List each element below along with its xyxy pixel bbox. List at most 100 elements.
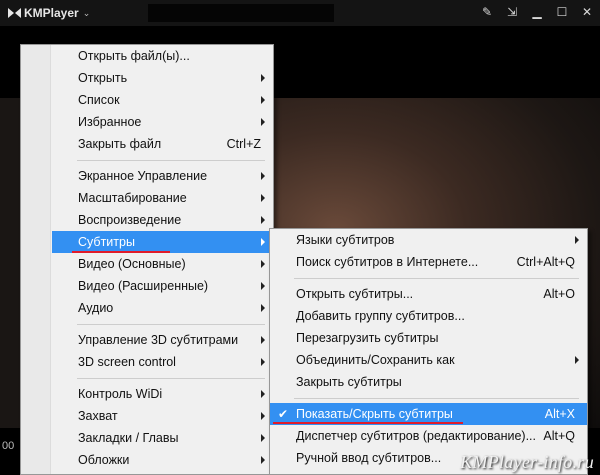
- menu-item-label: Ручной ввод субтитров...: [296, 451, 442, 465]
- maximize-icon[interactable]: ☐: [555, 4, 569, 20]
- menu-item-label: Объединить/Сохранить как: [296, 353, 455, 367]
- menu-item-label: Закрыть субтитры: [296, 375, 402, 389]
- submenu-arrow-icon: [261, 96, 265, 104]
- menu-item-label: Управление 3D субтитрами: [78, 333, 239, 347]
- submenu-arrow-icon: [575, 356, 579, 364]
- submenu-arrow-icon: [261, 434, 265, 442]
- menu-separator: [270, 393, 587, 403]
- menu-item-список[interactable]: Список: [21, 89, 273, 111]
- chevron-down-icon: ⌄: [82, 7, 91, 18]
- menu-item-shortcut: Ctrl+Z: [226, 137, 261, 151]
- subtitles-menu-item-закрыть-субтитры[interactable]: Закрыть субтитры: [270, 371, 587, 393]
- menu-separator: [21, 155, 273, 165]
- submenu-arrow-icon: [261, 358, 265, 366]
- subtitles-menu-item-перезагрузить-субтитры[interactable]: Перезагрузить субтитры: [270, 327, 587, 349]
- menu-item-label: Открыть файл(ы)...: [78, 49, 190, 63]
- menu-item-label: Поиск субтитров в Интернете...: [296, 255, 479, 269]
- menu-item-label: Языки субтитров: [296, 233, 395, 247]
- submenu-arrow-icon: [261, 412, 265, 420]
- submenu-arrow-icon: [575, 236, 579, 244]
- menu-item-label: Видео (Расширенные): [78, 279, 209, 293]
- submenu-arrow-icon: [261, 336, 265, 344]
- submenu-arrow-icon: [261, 304, 265, 312]
- subtitles-menu-item-открыть-субтитры[interactable]: Открыть субтитры... Alt+O: [270, 283, 587, 305]
- menu-item-субтитры[interactable]: Субтитры: [52, 231, 273, 253]
- menu-item-избранное[interactable]: Избранное: [21, 111, 273, 133]
- menu-item-label: Экранное Управление: [78, 169, 208, 183]
- time-display: 00: [2, 440, 15, 452]
- subtitles-menu-item-поиск-субтитров-в-интернете[interactable]: Поиск субтитров в Интернете... Ctrl+Alt+Q: [270, 251, 587, 273]
- submenu-arrow-icon: [261, 194, 265, 202]
- subtitles-menu-item-языки-субтитров[interactable]: Языки субтитров: [270, 229, 587, 251]
- submenu-arrow-icon: [261, 74, 265, 82]
- menu-item-shortcut: Alt+Q: [543, 429, 575, 443]
- menu-item-label: Показать/Скрыть субтитры: [296, 407, 453, 421]
- menu-item-label: Открыть субтитры...: [296, 287, 414, 301]
- submenu-arrow-icon: [261, 172, 265, 180]
- submenu-arrow-icon: [261, 238, 265, 246]
- minimize-to-corner-icon[interactable]: ⇲: [505, 4, 519, 20]
- menu-item-label: Масштабирование: [78, 191, 187, 205]
- subtitles-menu-item-диспетчер-субтитров-редактирование[interactable]: Диспетчер субтитров (редактирование)... A…: [270, 425, 587, 447]
- menu-separator: [270, 273, 587, 283]
- title-bar: KMPlayer ⌄ ✎ ⇲ ▁ ☐ ✕: [0, 0, 600, 26]
- context-menu: Открыть файл(ы)... Открыть Список Избранное…: [20, 44, 274, 475]
- menu-item-shortcut: Ctrl+Alt+Q: [516, 255, 575, 269]
- menu-item-label: Субтитры: [78, 235, 135, 249]
- menu-item-label: Видео (Основные): [78, 257, 186, 271]
- subtitles-menu-item-добавить-группу-субтитров[interactable]: Добавить группу субтитров...: [270, 305, 587, 327]
- menu-item-label: Закрыть файл: [78, 137, 162, 151]
- menu-separator: [21, 319, 273, 329]
- app-menu-button[interactable]: KMPlayer ⌄: [8, 6, 90, 20]
- submenu-arrow-icon: [261, 260, 265, 268]
- menu-item-открыть[interactable]: Открыть: [21, 67, 273, 89]
- menu-item-label: 3D screen control: [78, 355, 176, 369]
- close-icon[interactable]: ✕: [580, 4, 594, 20]
- menu-item-label: Открыть: [78, 71, 128, 85]
- menu-item-shortcut: Alt+O: [543, 287, 575, 301]
- menu-item-label: Перезагрузить субтитры: [296, 331, 439, 345]
- minimize-icon[interactable]: ▁: [530, 4, 544, 20]
- menu-item-label: Закладки / Главы: [78, 431, 179, 445]
- menu-item-закладки-главы[interactable]: Закладки / Главы: [21, 427, 273, 449]
- menu-item-открыть-файл-ы[interactable]: Открыть файл(ы)...: [21, 45, 273, 67]
- menu-item-label: Контроль WiDi: [78, 387, 163, 401]
- menu-item-shortcut: Alt+X: [544, 407, 575, 421]
- menu-separator: [21, 373, 273, 383]
- menu-item-воспроизведение[interactable]: Воспроизведение: [21, 209, 273, 231]
- checkmark-icon: ✔: [278, 407, 289, 421]
- submenu-arrow-icon: [261, 456, 265, 464]
- menu-item-экранное-управление[interactable]: Экранное Управление: [21, 165, 273, 187]
- pin-icon[interactable]: ✎: [480, 4, 494, 20]
- subtitles-menu-item-объединить-сохранить-как[interactable]: Объединить/Сохранить как: [270, 349, 587, 371]
- menu-item-обложки[interactable]: Обложки: [21, 449, 273, 471]
- underline-subtitles: [72, 251, 170, 253]
- menu-item-видео-расширенные[interactable]: Видео (Расширенные): [21, 275, 273, 297]
- watermark: KMPlayer-info.ru: [460, 452, 594, 472]
- subtitles-submenu: Языки субтитров Поиск субтитров в Интерне…: [269, 228, 588, 475]
- menu-item-label: Воспроизведение: [78, 213, 182, 227]
- menu-item-label: Захват: [78, 409, 118, 423]
- menu-item-видео-основные[interactable]: Видео (Основные): [21, 253, 273, 275]
- menu-item-label: Избранное: [78, 115, 142, 129]
- menu-item-label: Диспетчер субтитров (редактирование)...: [296, 429, 536, 443]
- submenu-arrow-icon: [261, 390, 265, 398]
- app-title: KMPlayer: [24, 6, 79, 20]
- redacted-file-title: [148, 4, 334, 22]
- menu-item-закрыть-файл[interactable]: Закрыть файл Ctrl+Z: [21, 133, 273, 155]
- menu-item-3d-screen-control[interactable]: 3D screen control: [21, 351, 273, 373]
- menu-item-контроль-widi[interactable]: Контроль WiDi: [21, 383, 273, 405]
- menu-item-label: Список: [78, 93, 120, 107]
- window-controls: ✎ ⇲ ▁ ☐ ✕: [480, 4, 594, 20]
- menu-item-управление-3d-субтитрами[interactable]: Управление 3D субтитрами: [21, 329, 273, 351]
- menu-item-label: Обложки: [78, 453, 130, 467]
- menu-item-масштабирование[interactable]: Масштабирование: [21, 187, 273, 209]
- kmplayer-logo-icon: [8, 7, 21, 19]
- menu-item-аудио[interactable]: Аудио: [21, 297, 273, 319]
- submenu-arrow-icon: [261, 118, 265, 126]
- menu-item-захват[interactable]: Захват: [21, 405, 273, 427]
- submenu-arrow-icon: [261, 282, 265, 290]
- menu-item-label: Аудио: [78, 301, 114, 315]
- menu-item-label: Добавить группу субтитров...: [296, 309, 465, 323]
- underline-show-hide: [273, 422, 463, 424]
